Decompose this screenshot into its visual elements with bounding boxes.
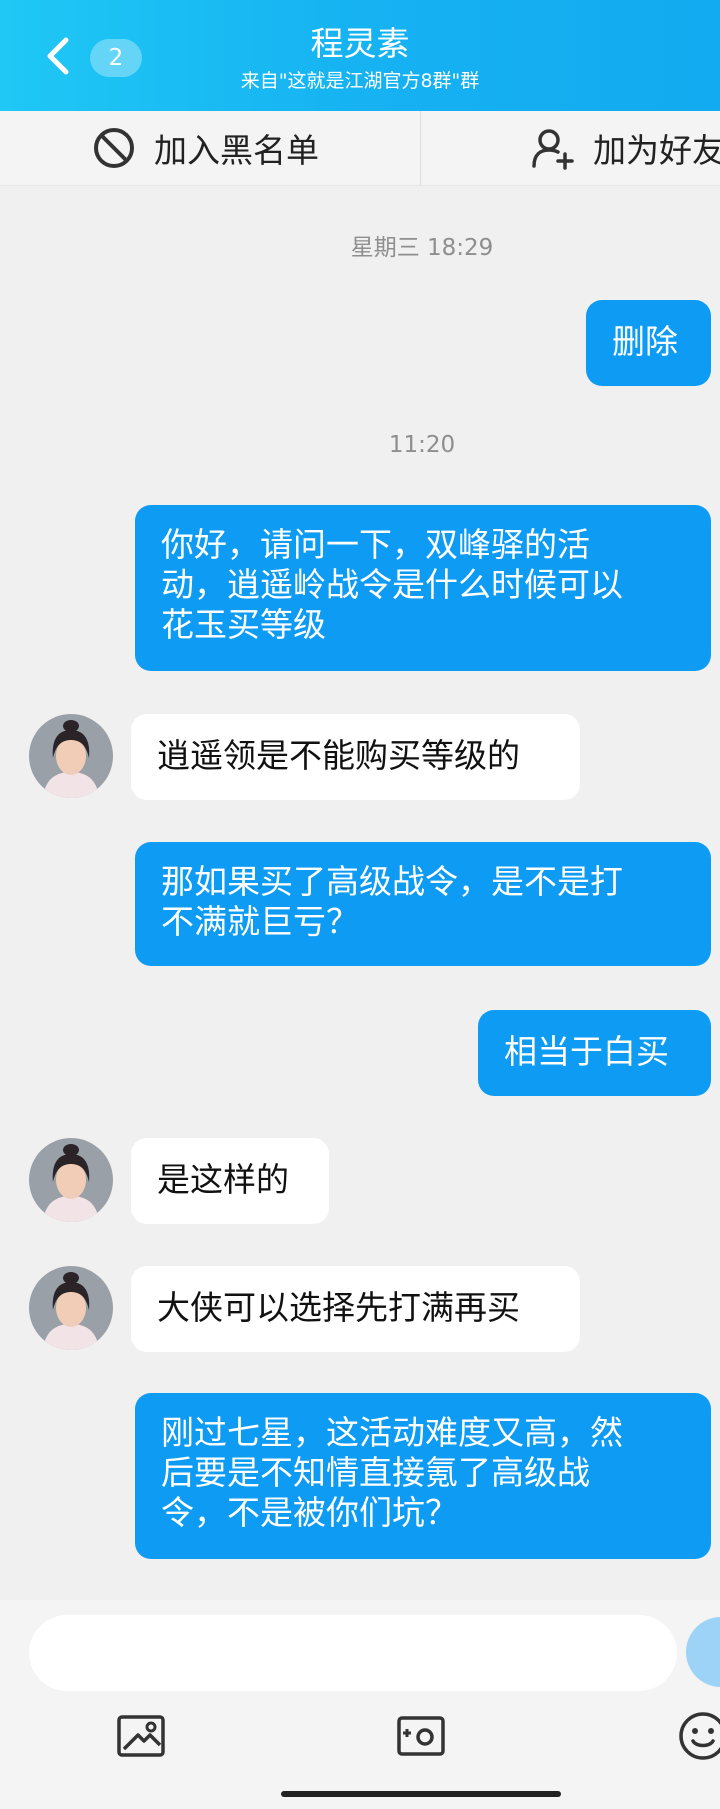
add-friend-button[interactable]: 加为好友 [531,111,720,185]
chat-title: 程灵素 [310,24,410,63]
emoji-icon [679,1712,720,1760]
avatar[interactable] [29,714,113,798]
send-button[interactable] [686,1617,720,1687]
sent-message[interactable]: 那如果买了高级战令，是不是打 不满就巨亏？ [135,842,711,966]
image-button[interactable] [114,1709,168,1763]
chat-subtitle: 来自"这就是江湖官方8群"群 [240,70,480,92]
emoji-button[interactable] [676,1709,720,1763]
home-indicator[interactable] [281,1791,561,1797]
timestamp: 11:20 [388,432,456,458]
chat-header: 2 程灵素 来自"这就是江湖官方8群"群 [0,0,720,111]
camera-button[interactable] [394,1709,448,1763]
received-message[interactable]: 逍遥领是不能购买等级的 [131,714,580,800]
sent-message[interactable]: 相当于白买 [478,1010,711,1096]
message-input[interactable] [29,1615,677,1691]
sent-message[interactable]: 你好，请问一下，双峰驿的活 动，逍遥岭战令是什么时候可以 花玉买等级 [135,505,711,671]
timestamp: 星期三 18:29 [350,235,494,261]
blacklist-button[interactable]: 加入黑名单 [92,111,319,185]
composer-bar [0,1600,720,1809]
avatar-image [29,1266,113,1350]
received-message[interactable]: 是这样的 [131,1138,329,1224]
sent-message[interactable]: 刚过七星，这活动难度又高，然 后要是不知情直接氪了高级战 令，不是被你们坑？ [135,1393,711,1559]
add-friend-label: 加为好友 [593,131,720,170]
image-icon [117,1715,165,1757]
received-message[interactable]: 大侠可以选择先打满再买 [131,1266,580,1352]
avatar[interactable] [29,1138,113,1222]
add-user-icon [532,129,574,170]
action-bar: 加入黑名单 加为好友 [0,111,720,186]
blacklist-label: 加入黑名单 [154,131,319,170]
action-divider [420,111,421,185]
block-icon [94,128,134,168]
sent-message[interactable]: 删除 [586,300,711,386]
avatar-image [29,1138,113,1222]
avatar-image [29,714,113,798]
camera-icon [397,1716,445,1756]
avatar[interactable] [29,1266,113,1350]
